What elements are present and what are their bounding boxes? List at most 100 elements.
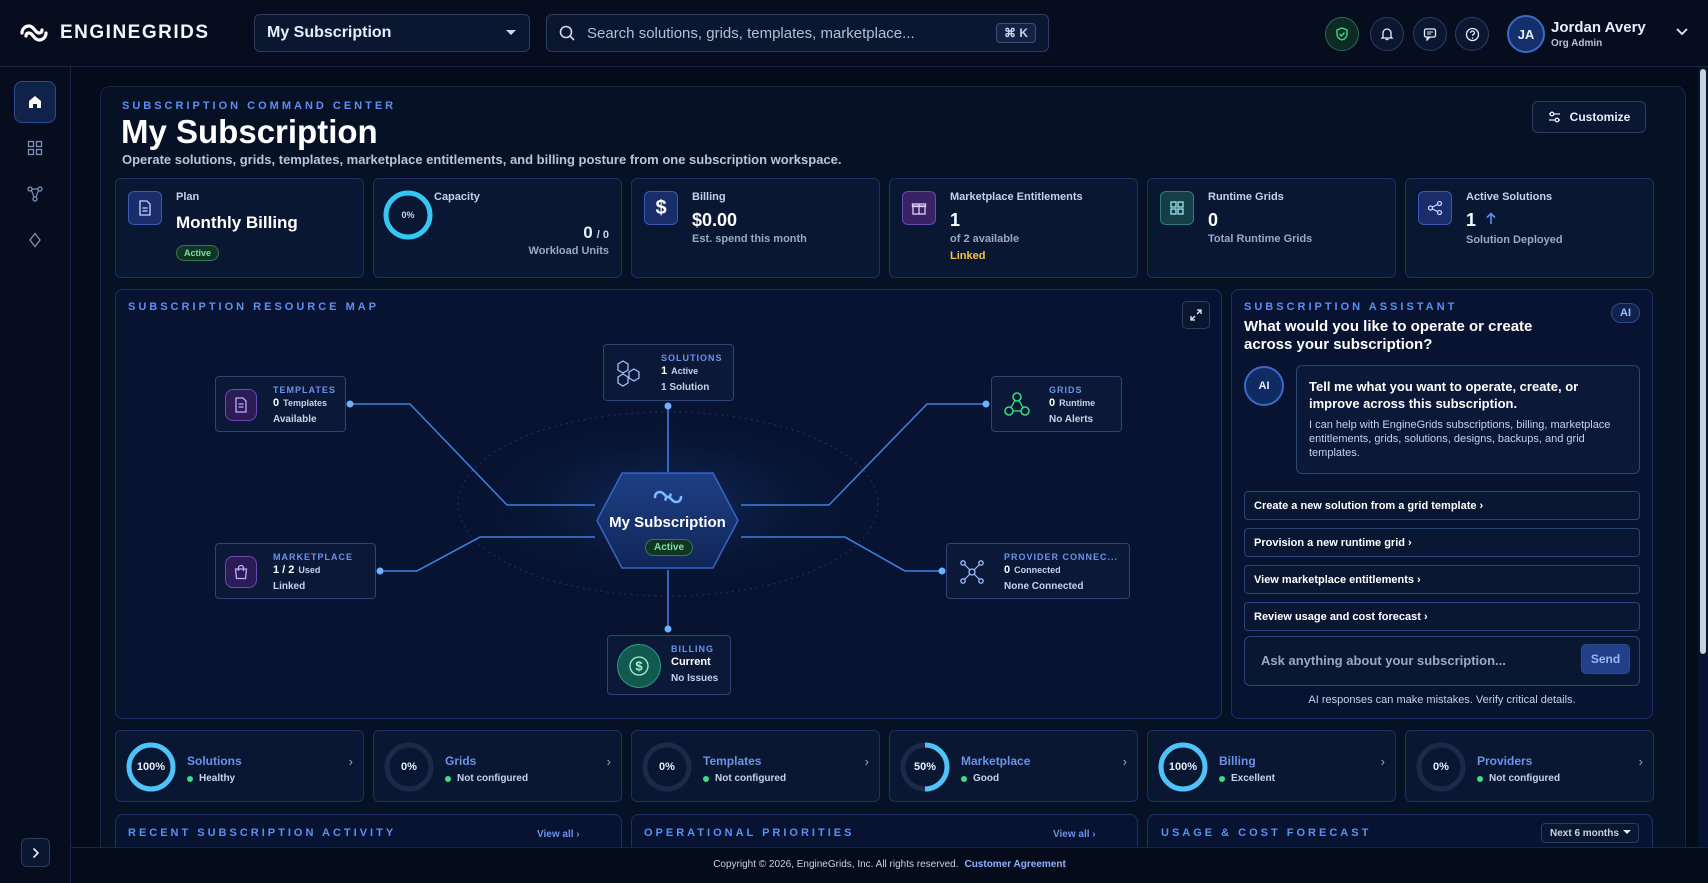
health-card-solutions[interactable]: 100% Solutions Healthy › (115, 730, 364, 802)
message-title: Tell me what you want to operate, create… (1309, 379, 1579, 411)
footer: Copyright © 2026, EngineGrids, Inc. All … (71, 847, 1708, 883)
customer-agreement-link[interactable]: Customer Agreement (964, 859, 1065, 870)
map-node-marketplace[interactable]: MARKETPLACE 1 / 2 Used Linked (215, 543, 376, 599)
suggested-action-provision-grid[interactable]: Provision a new runtime grid › (1244, 528, 1640, 557)
svg-text:$: $ (635, 659, 643, 674)
grid-icon (1160, 191, 1194, 225)
metric-label: Capacity (434, 191, 480, 203)
health-ring: 0% (1414, 740, 1468, 794)
map-node-templates[interactable]: TEMPLATES 0 Templates Available (215, 376, 346, 432)
user-name[interactable]: Jordan Avery (1551, 19, 1646, 36)
user-avatar[interactable]: JA (1507, 15, 1545, 53)
brand-logo[interactable]: ENGINEGRIDS (18, 22, 210, 44)
messages-button[interactable] (1413, 17, 1447, 51)
node-label: MARKETPLACE (273, 552, 353, 562)
sidebar-item-marketplace[interactable] (14, 219, 56, 261)
node-count: 0 (273, 397, 280, 409)
assistant-input[interactable] (1261, 653, 1561, 668)
sidebar (0, 67, 71, 883)
metric-value: $0.00 (692, 210, 738, 230)
customize-button[interactable]: Customize (1532, 101, 1646, 133)
node-count: 1 / 2 (273, 564, 295, 576)
map-node-billing[interactable]: $ BILLING Current No Issues (607, 635, 731, 695)
health-percent: 0% (401, 761, 417, 773)
home-icon (29, 96, 41, 108)
status-dot (445, 775, 451, 782)
health-label: Grids (445, 754, 477, 768)
search-input[interactable] (587, 24, 984, 42)
health-label: Marketplace (961, 754, 1031, 768)
sidebar-item-home[interactable] (14, 81, 56, 123)
global-search[interactable]: ⌘ K (546, 14, 1049, 52)
node-count: 0 (1004, 564, 1011, 576)
sliders-icon (1548, 111, 1560, 123)
node-unit: Active (671, 366, 699, 376)
metric-label: Runtime Grids (1208, 191, 1284, 203)
health-card-billing[interactable]: 100% Billing Excellent › (1147, 730, 1396, 802)
suggested-action-review-usage[interactable]: Review usage and cost forecast › (1244, 602, 1640, 631)
metric-value: Monthly Billing (176, 213, 298, 232)
metric-card-marketplace[interactable]: Marketplace Entitlements 1 of 2 availabl… (889, 178, 1138, 278)
node-label: PROVIDER CONNEC... (1004, 552, 1119, 562)
metric-card-active-solutions[interactable]: Active Solutions 1 Solution Deployed (1405, 178, 1654, 278)
dollar-icon: $ (644, 191, 678, 225)
health-status: Healthy (199, 773, 236, 784)
security-status-button[interactable] (1325, 17, 1359, 51)
assistant-question: What would you like to operate or create… (1244, 318, 1533, 353)
chevron-down-icon[interactable] (1676, 28, 1688, 36)
forecast-range-select[interactable]: Next 6 months (1541, 823, 1639, 843)
health-card-providers[interactable]: 0% Providers Not configured › (1405, 730, 1654, 802)
health-status: Good (973, 773, 1000, 784)
health-ring: 0% (640, 740, 694, 794)
subscription-select[interactable]: My Subscription (254, 14, 530, 52)
view-all-link[interactable]: View all › (537, 829, 580, 840)
chevron-down-icon (506, 30, 516, 35)
status-badge: Active (645, 539, 694, 556)
chevron-right-icon: › (1380, 754, 1385, 769)
assistant-message: Tell me what you want to operate, create… (1296, 365, 1640, 474)
node-sub: Linked (273, 581, 306, 592)
health-label: Billing (1219, 754, 1256, 768)
map-node-provider-connections[interactable]: PROVIDER CONNEC... 0 Connected None Conne… (946, 543, 1130, 599)
page-scrollbar[interactable] (1698, 67, 1708, 847)
sidebar-item-grids[interactable] (14, 127, 56, 169)
node-sub: None Connected (1004, 581, 1084, 592)
node-label: TEMPLATES (273, 385, 336, 395)
chevron-right-icon: › (606, 754, 611, 769)
molecule-icon (1000, 388, 1034, 422)
node-count: 0 (1049, 397, 1056, 409)
view-all-link[interactable]: View all › (1053, 829, 1096, 840)
health-percent: 100% (136, 761, 166, 773)
sidebar-item-solutions[interactable] (14, 173, 56, 215)
metric-value: 1 (1466, 210, 1477, 230)
metric-card-plan[interactable]: Plan Monthly Billing Active (115, 178, 364, 278)
node-unit: Connected (1014, 565, 1061, 575)
help-button[interactable] (1455, 17, 1489, 51)
health-card-grids[interactable]: 0% Grids Not configured › (373, 730, 622, 802)
sidebar-expand-button[interactable] (21, 838, 50, 867)
grid-icon (27, 140, 43, 156)
metric-card-capacity[interactable]: 0% Capacity 0 / 0 Workload Units (373, 178, 622, 278)
metric-card-billing[interactable]: $ Billing $0.00 Est. spend this month (631, 178, 880, 278)
suggested-action-view-entitlements[interactable]: View marketplace entitlements › (1244, 565, 1640, 594)
notifications-button[interactable] (1370, 17, 1404, 51)
send-button[interactable]: Send (1581, 644, 1630, 674)
scrollbar-thumb[interactable] (1700, 69, 1706, 654)
metric-sub: Est. spend this month (692, 233, 807, 245)
health-card-marketplace[interactable]: 50% Marketplace Good › (889, 730, 1138, 802)
panel-title: OPERATIONAL PRIORITIES (644, 827, 855, 839)
suggested-action-create-solution[interactable]: Create a new solution from a grid templa… (1244, 491, 1640, 520)
health-label: Templates (703, 754, 762, 768)
health-ring: 100% (1156, 740, 1210, 794)
health-ring: 0% (382, 740, 436, 794)
health-status: Not configured (715, 773, 787, 784)
chevron-right-icon: › (1638, 754, 1643, 769)
arrow-up-icon (1486, 212, 1496, 224)
map-node-solutions[interactable]: SOLUTIONS 1 Active 1 Solution (603, 344, 734, 401)
health-status: Excellent (1231, 773, 1275, 784)
node-unit: Templates (283, 398, 327, 408)
chevron-right-icon: › (348, 754, 353, 769)
health-card-templates[interactable]: 0% Templates Not configured › (631, 730, 880, 802)
metric-card-runtime-grids[interactable]: Runtime Grids 0 Total Runtime Grids (1147, 178, 1396, 278)
map-node-grids[interactable]: GRIDS 0 Runtime No Alerts (991, 376, 1122, 432)
